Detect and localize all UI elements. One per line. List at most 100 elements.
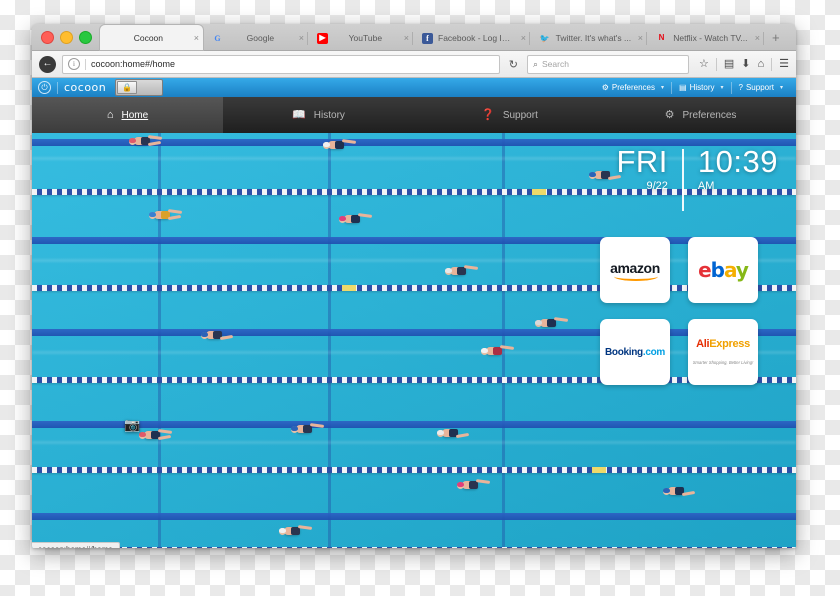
- tab-strip: Cocoon × G Google × ▶ YouTube × f Facebo…: [32, 24, 796, 51]
- chevron-down-icon: ▾: [661, 85, 665, 91]
- cocoon-preferences-label: Preferences: [611, 83, 656, 92]
- vpn-lock-knob[interactable]: 🔒: [117, 81, 138, 94]
- browser-toolbar: ← i cocoon:home#/home ↻ ⌕ Search ☆ ▤ ⬇ ⌂…: [32, 51, 796, 78]
- tab-title: Facebook - Log In ...: [438, 33, 515, 43]
- bookmark-tiles: amazon ebay Booking.com AliExpress Smart…: [600, 237, 758, 385]
- nav-tab-history[interactable]: 📖 History: [223, 97, 414, 133]
- bookmark-tile-booking[interactable]: Booking.com: [600, 319, 670, 385]
- home-icon[interactable]: ⌂: [757, 58, 764, 70]
- swimmer: [480, 345, 515, 357]
- clock-day: FRI: [616, 144, 668, 179]
- tab-title: Cocoon: [133, 32, 164, 43]
- browser-window: Cocoon × G Google × ▶ YouTube × f Facebo…: [32, 24, 796, 548]
- clock-time: 10:39: [697, 144, 778, 179]
- ebay-letter-b: b: [710, 258, 725, 282]
- lock-icon: 🔒: [122, 82, 133, 92]
- tab-netflix[interactable]: N Netflix - Watch TV... ×: [647, 26, 764, 50]
- minimize-window-button[interactable]: [60, 31, 73, 44]
- swimmer: [128, 135, 163, 147]
- status-bar: cocoon:home#/home: [32, 542, 120, 548]
- gear-icon: ⚙: [601, 82, 609, 92]
- booking-logo-name: Booking: [604, 346, 643, 358]
- netflix-icon: N: [658, 33, 665, 42]
- tab-close-icon[interactable]: ×: [194, 33, 199, 43]
- chevron-down-icon: ▾: [779, 85, 783, 91]
- cocoon-history-label: History: [689, 83, 715, 92]
- tab-title: YouTube: [348, 33, 383, 43]
- twitter-icon: 🐦: [539, 33, 550, 43]
- aliexpress-logo-ali: Ali: [696, 338, 710, 351]
- tab-close-icon[interactable]: ×: [638, 33, 643, 43]
- swimmer: [534, 317, 569, 329]
- swimmer: [278, 525, 313, 537]
- close-window-button[interactable]: [41, 31, 54, 44]
- nav-tab-label: Preferences: [682, 109, 737, 121]
- swimmer: [456, 479, 491, 491]
- question-mark-icon: ❓: [481, 108, 495, 121]
- nav-tab-label: Support: [502, 109, 538, 121]
- address-bar-url: cocoon:home#/home: [91, 59, 176, 69]
- address-bar[interactable]: i cocoon:home#/home: [62, 54, 500, 74]
- swimmer: [436, 427, 470, 439]
- vpn-lock-toggle[interactable]: 🔒: [115, 79, 164, 96]
- clock-ampm: AM: [697, 180, 715, 193]
- cocoon-logo: cocoon: [64, 81, 107, 94]
- tab-close-icon[interactable]: ×: [404, 33, 409, 43]
- swimmer: [338, 213, 373, 225]
- toolbar-divider: [771, 57, 773, 71]
- amazon-logo: amazon: [610, 260, 660, 281]
- status-bar-url: cocoon:home#/home: [38, 545, 113, 548]
- swimmer: [148, 209, 183, 221]
- nav-tab-label: Home: [121, 109, 149, 121]
- tab-cocoon[interactable]: Cocoon ×: [100, 25, 203, 50]
- new-tab-button[interactable]: +: [772, 30, 780, 45]
- menu-icon[interactable]: ☰: [779, 58, 789, 70]
- cocoon-history-menu[interactable]: ▤ History ▾: [672, 83, 730, 92]
- toolbar-icons: ☆ ▤ ⬇ ⌂ ☰: [695, 57, 789, 71]
- swimmer: [200, 329, 234, 341]
- tab-list: Cocoon × G Google × ▶ YouTube × f Facebo…: [100, 24, 780, 50]
- tab-close-icon[interactable]: ×: [521, 33, 526, 43]
- youtube-icon: ▶: [317, 32, 328, 44]
- reload-button[interactable]: ↻: [506, 58, 521, 71]
- ebay-logo: ebay: [698, 258, 749, 282]
- cocoon-preferences-menu[interactable]: ⚙ Preferences ▾: [595, 83, 671, 92]
- tab-youtube[interactable]: ▶ YouTube ×: [308, 26, 413, 50]
- power-icon[interactable]: ⏻: [38, 81, 51, 94]
- home-icon: ⌂: [106, 108, 114, 121]
- tab-facebook[interactable]: f Facebook - Log In ... ×: [413, 26, 530, 50]
- tab-google[interactable]: G Google ×: [203, 26, 308, 50]
- tab-close-icon[interactable]: ×: [299, 33, 304, 43]
- cocoon-nav-tabs: ⌂ Home 📖 History ❓ Support ⚙ Preferences: [32, 97, 796, 133]
- facebook-icon: f: [422, 32, 433, 44]
- search-placeholder: Search: [542, 59, 569, 69]
- question-mark-icon: ?: [738, 82, 743, 92]
- downloads-icon[interactable]: ⬇: [741, 58, 750, 70]
- zoom-window-button[interactable]: [79, 31, 92, 44]
- page-info-icon[interactable]: i: [68, 58, 80, 70]
- toolbar-divider: [715, 57, 717, 71]
- ebay-letter-e: e: [698, 258, 712, 282]
- bookmark-star-icon[interactable]: ☆: [699, 58, 709, 70]
- amazon-smile-icon: [614, 272, 658, 281]
- ebay-letter-y: y: [735, 258, 749, 282]
- cocoon-support-menu[interactable]: ? Support ▾: [732, 83, 791, 92]
- booking-logo: Booking.com: [605, 347, 665, 358]
- library-icon[interactable]: ▤: [724, 58, 734, 70]
- tab-twitter[interactable]: 🐦 Twitter. It's what's ... ×: [530, 26, 647, 50]
- bookmark-tile-ebay[interactable]: ebay: [688, 237, 758, 303]
- nav-tab-home[interactable]: ⌂ Home: [32, 97, 223, 133]
- booking-logo-tld: .com: [642, 346, 666, 358]
- tab-close-icon[interactable]: ×: [755, 33, 760, 43]
- camera-icon[interactable]: 📷: [124, 417, 140, 433]
- cocoon-toolbar-right: ⚙ Preferences ▾ ▤ History ▾ ? Support ▾: [595, 81, 791, 94]
- bookmark-tile-aliexpress[interactable]: AliExpress Smarter Shopping, Better Livi…: [688, 319, 758, 385]
- tab-title: Google: [246, 33, 275, 43]
- back-button[interactable]: ←: [39, 55, 56, 73]
- bookmark-tile-amazon[interactable]: amazon: [600, 237, 670, 303]
- tab-title: Netflix - Watch TV...: [673, 33, 748, 43]
- search-box[interactable]: ⌕ Search: [526, 54, 689, 74]
- nav-tab-preferences[interactable]: ⚙ Preferences: [605, 97, 796, 133]
- cocoon-divider: [57, 81, 58, 94]
- nav-tab-support[interactable]: ❓ Support: [414, 97, 605, 133]
